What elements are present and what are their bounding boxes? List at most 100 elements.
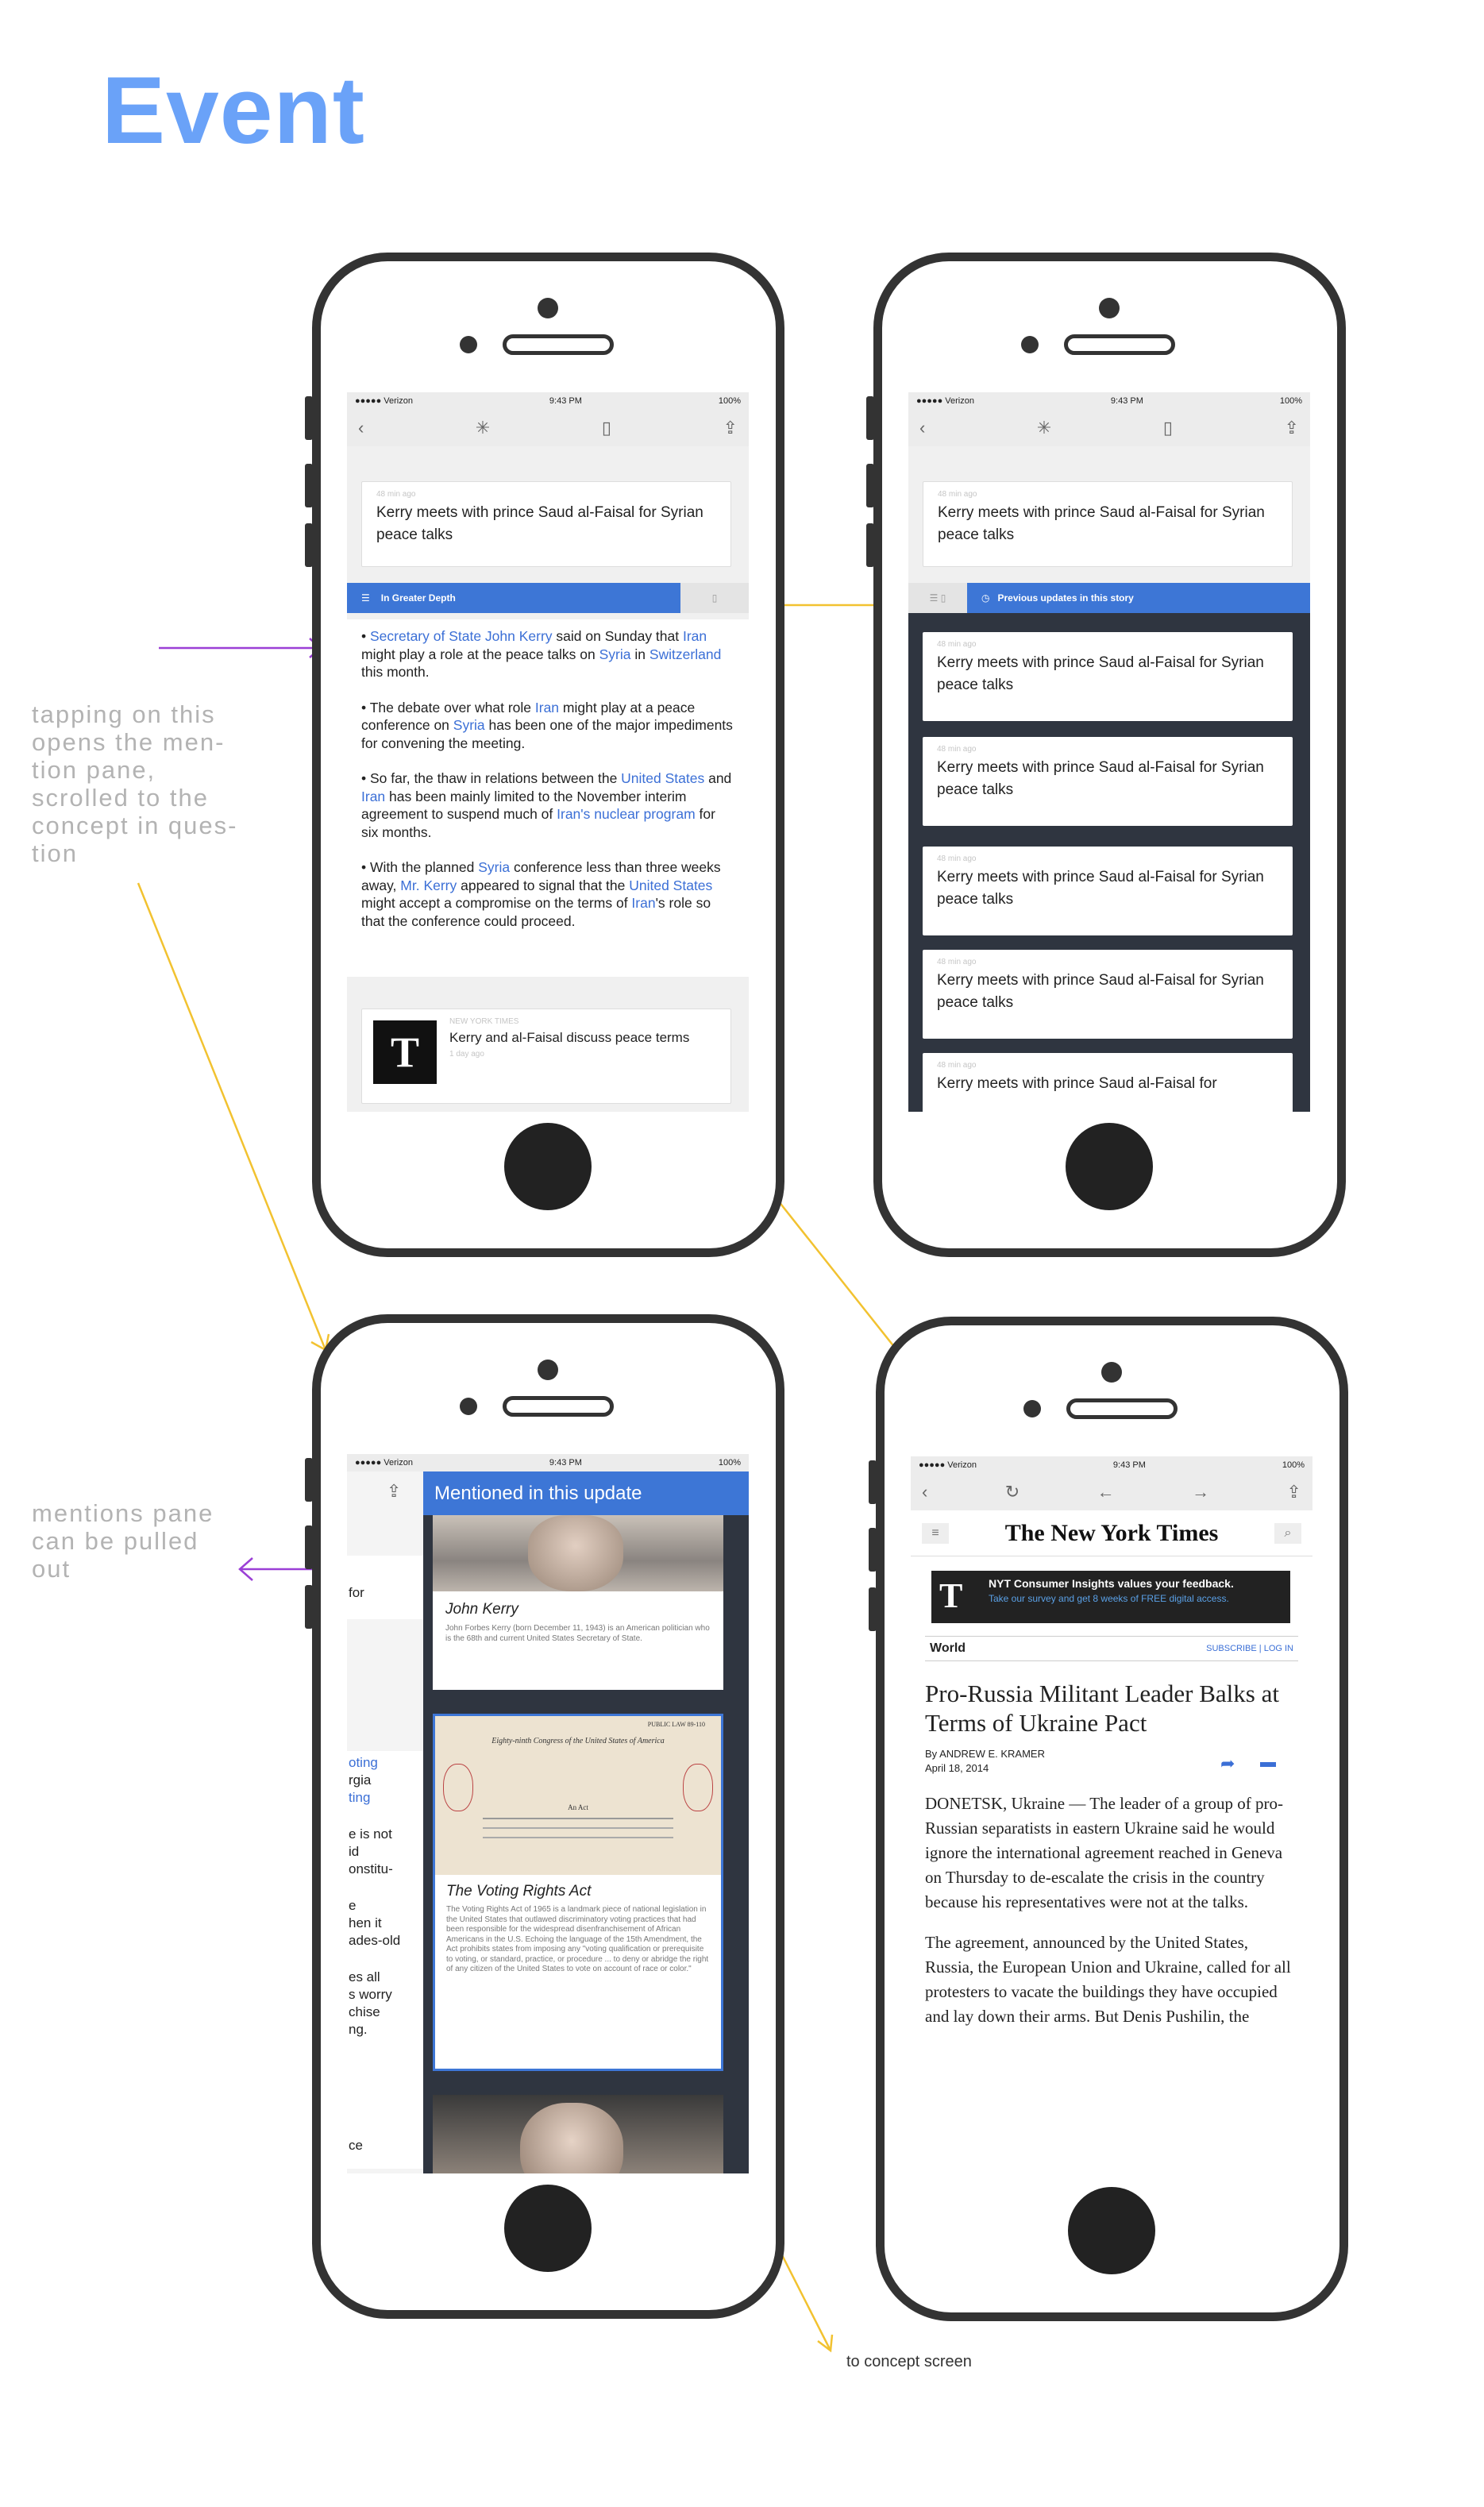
story-card[interactable]: 48 min ago Kerry meets with prince Saud … <box>923 481 1293 567</box>
back-icon[interactable]: ‹ <box>919 418 925 438</box>
topics-icon[interactable]: ✳ <box>1037 418 1051 438</box>
source-age: 1 day ago <box>449 1050 484 1059</box>
banner-title: NYT Consumer Insights values your feedba… <box>989 1577 1234 1590</box>
share-arrow-icon[interactable]: ➦ <box>1220 1753 1235 1774</box>
share-icon[interactable]: ⇪ <box>723 418 738 438</box>
story-card[interactable]: 48 min ago Kerry meets with prince Saud … <box>361 481 731 567</box>
nyt-logo[interactable]: The New York Times <box>1005 1520 1219 1547</box>
bullet-text: appeared to signal that the <box>457 877 630 893</box>
source-card[interactable]: T NEW YORK TIMES Kerry and al-Faisal dis… <box>361 1009 731 1104</box>
paragraph-1: DONETSK, Ukraine — The leader of a group… <box>925 1794 1283 1911</box>
mention-desc: The Voting Rights Act of 1965 is a landm… <box>446 1905 709 1973</box>
menu-icon[interactable]: ≡ <box>922 1522 949 1544</box>
nyt-logo-icon: T <box>373 1020 437 1084</box>
folder-icon[interactable]: ▬ <box>1260 1753 1276 1772</box>
mention-link[interactable]: Switzerland <box>649 646 721 662</box>
bullet-text: said on Sunday that <box>552 628 683 644</box>
update-card[interactable]: 48 min ago Kerry meets with prince Saud a… <box>923 847 1293 935</box>
topics-icon[interactable]: ✳ <box>476 418 490 438</box>
home-button[interactable] <box>504 2185 592 2272</box>
vra-document-image: PUBLIC LAW 89-110 Eighty-ninth Congress … <box>435 1716 721 1875</box>
subscribe-link[interactable]: SUBSCRIBE <box>1206 1644 1257 1653</box>
bullet-4: • With the planned Syria conference less… <box>361 859 721 929</box>
mention-link[interactable]: Iran <box>361 789 385 804</box>
update-card[interactable]: 48 min ago Kerry meets with prince Saud a… <box>923 632 1293 721</box>
mention-card-kerry[interactable]: John Kerry John Forbes Kerry (born Decem… <box>433 1515 723 1690</box>
share-icon[interactable]: ⇪ <box>1285 418 1299 438</box>
mention-card-vra[interactable]: PUBLIC LAW 89-110 Eighty-ninth Congress … <box>433 1714 723 2071</box>
reload-icon[interactable]: ↻ <box>1005 1482 1020 1502</box>
mention-desc: John Forbes Kerry (born December 11, 194… <box>445 1624 710 1643</box>
home-button[interactable] <box>1066 1123 1153 1210</box>
source-name: NEW YORK TIMES <box>449 1017 519 1026</box>
mention-link[interactable]: United States <box>621 770 704 786</box>
toolbar: ‹ ✳ ▯ ⇪ <box>347 410 749 446</box>
bookmark-icon[interactable]: ▯ <box>1163 418 1173 438</box>
mentions-pane[interactable]: John Kerry John Forbes Kerry (born Decem… <box>423 1515 749 2173</box>
clock-icon: ◷ <box>981 592 990 604</box>
arrow-right-icon[interactable]: → <box>1192 1482 1209 1502</box>
status-bar: ●●●●● Verizon 9:43 PM 100% <box>911 1456 1312 1474</box>
story-age: 48 min ago <box>376 490 416 499</box>
story-age: 48 min ago <box>938 490 977 499</box>
survey-banner[interactable]: T NYT Consumer Insights values your feed… <box>931 1571 1290 1623</box>
status-bar: ●●●●● Verizon 9:43 PM 100% <box>908 392 1310 410</box>
mention-link[interactable]: Iran <box>631 895 655 911</box>
updates-tab[interactable]: ▯ <box>680 583 749 613</box>
phone-event: ●●●●● Verizon 9:43 PM 100% ‹ ✳ ▯ ⇪ 48 min … <box>305 253 784 1257</box>
bullet-text: With the planned <box>370 859 479 875</box>
story-headline: Kerry meets with prince Saud al-Faisal f… <box>938 504 1265 543</box>
paragraph-2: The agreement, announced by the United S… <box>925 1933 1291 2026</box>
article-meta: By ANDREW E. KRAMER April 18, 2014 <box>925 1747 1045 1776</box>
updates-bar[interactable]: ◷ Previous updates in this story <box>967 583 1310 613</box>
update-card[interactable]: 48 min ago Kerry meets with prince Saud a… <box>923 1053 1293 1112</box>
mention-link[interactable]: Iran <box>535 700 559 715</box>
share-icon[interactable]: ⇪ <box>1287 1482 1301 1502</box>
mention-link[interactable]: United States <box>629 877 712 893</box>
banner-sub: Take our survey and get 8 weeks of FREE … <box>989 1593 1229 1604</box>
depth-label: In Greater Depth <box>380 592 456 604</box>
phone-mentions: ●●●●● Verizon 9:43 PM 100% ⇪ for oting rgia… <box>305 1314 784 2319</box>
toolbar: ‹ ✳ ▯ ⇪ <box>908 410 1310 446</box>
update-card[interactable]: 48 min ago Kerry meets with prince Saud a… <box>923 950 1293 1039</box>
back-icon[interactable]: ‹ <box>358 418 364 438</box>
bullet-3: • So far, the thaw in relations between … <box>361 770 732 840</box>
login-link[interactable]: LOG IN <box>1264 1644 1293 1653</box>
list-icon: ☰ <box>361 592 370 604</box>
mention-link[interactable]: Secretary of State John Kerry <box>370 628 553 644</box>
mention-link[interactable]: Mr. Kerry <box>400 877 457 893</box>
section-label[interactable]: World <box>930 1641 966 1656</box>
home-button[interactable] <box>1068 2187 1155 2274</box>
nyt-header: ≡ The New York Times ⌕ <box>911 1510 1312 1556</box>
back-icon[interactable]: ‹ <box>922 1482 927 1502</box>
article-headline: Pro-Russia Militant Leader Balks at Term… <box>925 1680 1279 1737</box>
share-icon[interactable]: ⇪ <box>387 1483 401 1500</box>
phone-updates: ●●●●● Verizon 9:43 PM 100% ‹ ✳ ▯ ⇪ 48 min … <box>866 253 1346 1257</box>
mentions-header: Mentioned in this update <box>423 1471 749 1515</box>
mention-link[interactable]: Syria <box>453 717 485 733</box>
mention-link[interactable]: Iran <box>683 628 707 644</box>
bullet-2: • The debate over what role Iran might p… <box>361 699 733 751</box>
update-card[interactable]: 48 min ago Kerry meets with prince Saud a… <box>923 737 1293 826</box>
source-headline: Kerry and al-Faisal discuss peace terms <box>449 1030 690 1045</box>
bullet-text: might accept a compromise on the terms o… <box>361 895 632 911</box>
arrow-left-icon[interactable]: ← <box>1097 1482 1115 1502</box>
mention-link[interactable]: Syria <box>599 646 631 662</box>
mention-link[interactable]: Syria <box>478 859 510 875</box>
bookmark-icon[interactable]: ▯ <box>602 418 611 438</box>
kerry-photo-2 <box>433 2095 723 2173</box>
depth-bar[interactable]: ☰ In Greater Depth <box>347 583 680 613</box>
screen-updates: ●●●●● Verizon 9:43 PM 100% ‹ ✳ ▯ ⇪ 48 min … <box>908 392 1310 1112</box>
updates-list: 48 min ago Kerry meets with prince Saud a… <box>908 613 1310 1112</box>
bullet-text: The debate over what role <box>369 699 535 715</box>
bullet-text: in <box>630 646 649 662</box>
bullet-text: this month. <box>361 664 430 680</box>
updates-label: Previous updates in this story <box>997 592 1134 604</box>
mention-link[interactable]: Iran's nuclear program <box>557 806 696 822</box>
search-icon[interactable]: ⌕ <box>1274 1522 1301 1544</box>
nyt-t-icon: T <box>939 1576 963 1615</box>
mention-name: The Voting Rights Act <box>446 1883 592 1900</box>
depth-tab[interactable]: ☰ ▯ <box>908 583 967 613</box>
home-button[interactable] <box>504 1123 592 1210</box>
browser-toolbar: ‹ ↻ ← → ⇪ <box>911 1474 1312 1510</box>
